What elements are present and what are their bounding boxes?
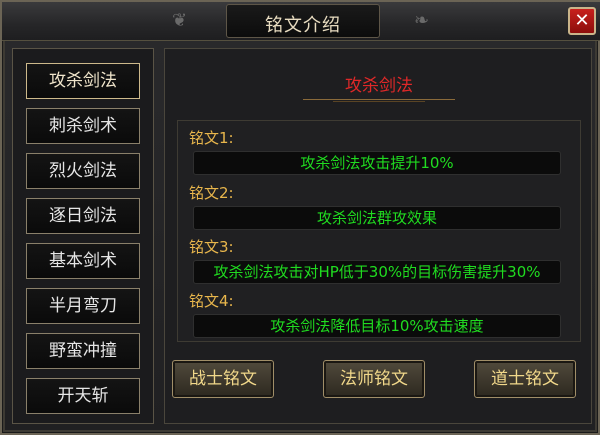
- skill-title: 攻杀剑法: [303, 73, 455, 102]
- rune-label-2: 铭文2:: [189, 184, 234, 202]
- rune-value-2: 攻杀剑法群攻效果: [193, 206, 561, 230]
- title-plate: 铭文介绍: [226, 4, 380, 38]
- rune-label-3: 铭文3:: [189, 238, 234, 256]
- skill-tab-gongsha[interactable]: 攻杀剑法: [26, 63, 140, 99]
- skill-tab-jiben[interactable]: 基本剑术: [26, 243, 140, 279]
- skill-tab-banyue[interactable]: 半月弯刀: [26, 288, 140, 324]
- detail-panel: 攻杀剑法 铭文1: 攻杀剑法攻击提升10% 铭文2: 攻杀剑法群攻效果 铭文3:…: [164, 48, 592, 424]
- rune-list: 铭文1: 攻杀剑法攻击提升10% 铭文2: 攻杀剑法群攻效果 铭文3: 攻杀剑法…: [177, 120, 581, 342]
- skill-list: 攻杀剑法 刺杀剑术 烈火剑法 逐日剑法 基本剑术 半月弯刀 野蛮冲撞 开天斩: [12, 48, 154, 424]
- rune-value-1: 攻杀剑法攻击提升10%: [193, 151, 561, 175]
- skill-tab-yeman[interactable]: 野蛮冲撞: [26, 333, 140, 369]
- mage-rune-button[interactable]: 法师铭文: [323, 360, 425, 398]
- rune-intro-window: ❦ 铭文介绍 ❧ ✕ 攻杀剑法 刺杀剑术 烈火剑法 逐日剑法 基本剑术 半月弯刀…: [0, 0, 600, 435]
- taoist-rune-button[interactable]: 道士铭文: [474, 360, 576, 398]
- left-ornament-icon: ❦: [172, 10, 188, 31]
- close-button[interactable]: ✕: [568, 7, 596, 35]
- rune-value-4: 攻杀剑法降低目标10%攻击速度: [193, 314, 561, 338]
- right-ornament-icon: ❧: [414, 10, 430, 31]
- rune-label-1: 铭文1:: [189, 129, 234, 147]
- window-title: 铭文介绍: [265, 15, 341, 36]
- skill-tab-kaitian[interactable]: 开天斩: [26, 378, 140, 414]
- warrior-rune-button[interactable]: 战士铭文: [172, 360, 274, 398]
- title-bar: ❦ 铭文介绍 ❧ ✕: [2, 2, 600, 41]
- rune-value-3: 攻杀剑法攻击对HP低于30%的目标伤害提升30%: [193, 260, 561, 284]
- skill-tab-cisha[interactable]: 刺杀剑术: [26, 108, 140, 144]
- skill-tab-liehuo[interactable]: 烈火剑法: [26, 153, 140, 189]
- close-icon: ✕: [574, 10, 590, 31]
- rune-label-4: 铭文4:: [189, 292, 234, 310]
- skill-tab-zhuri[interactable]: 逐日剑法: [26, 198, 140, 234]
